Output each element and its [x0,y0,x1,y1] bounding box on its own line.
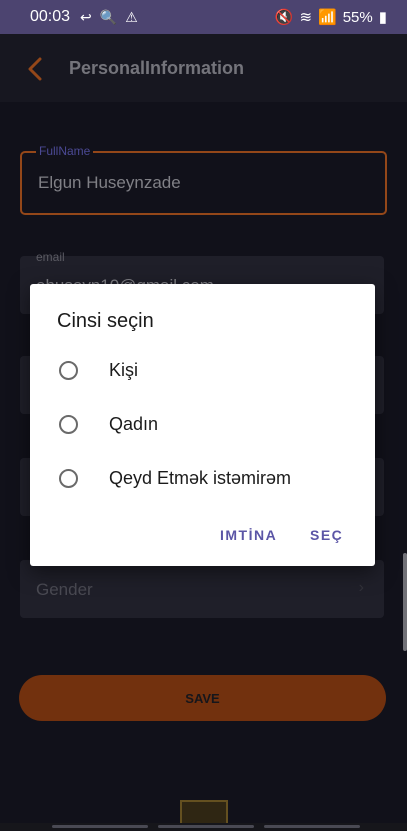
status-time: 00:03 [30,8,71,25]
option-female[interactable]: Qadın [57,406,357,442]
radio-unchecked-icon[interactable] [59,468,78,488]
dialog-title: Cinsi seçin [57,310,154,332]
wifi-icon: ≋ [299,9,313,26]
mute-icon: 🔇 [274,9,294,26]
signal-icon: 📶 [318,9,337,26]
option-label: Qeyd Etmək istəmirəm [109,467,292,488]
warning-icon: ⚠ [125,8,138,25]
radio-unchecked-icon[interactable] [59,414,78,434]
missed-call-icon: ↩ [80,8,92,25]
option-label: Qadın [109,413,159,434]
option-prefer-not-to-say[interactable]: Qeyd Etmək istəmirəm [57,460,357,496]
search-icon: 🔍 [99,8,118,25]
cancel-button[interactable]: IMTİNA [220,527,277,543]
option-label: Kişi [109,359,139,380]
gender-dialog: Cinsi seçin Kişi Qadın Qeyd Etmək istəmi… [30,284,375,566]
option-male[interactable]: Kişi [57,352,357,388]
radio-unchecked-icon[interactable] [59,360,78,380]
battery-icon: ▮ [378,9,387,26]
confirm-button[interactable]: SEÇ [310,527,343,543]
status-bar: 00:03 ↩ 🔍 ⚠ 🔇 ≋ 📶 55% ▮ [0,0,407,34]
battery-percent: 55% [342,8,373,26]
